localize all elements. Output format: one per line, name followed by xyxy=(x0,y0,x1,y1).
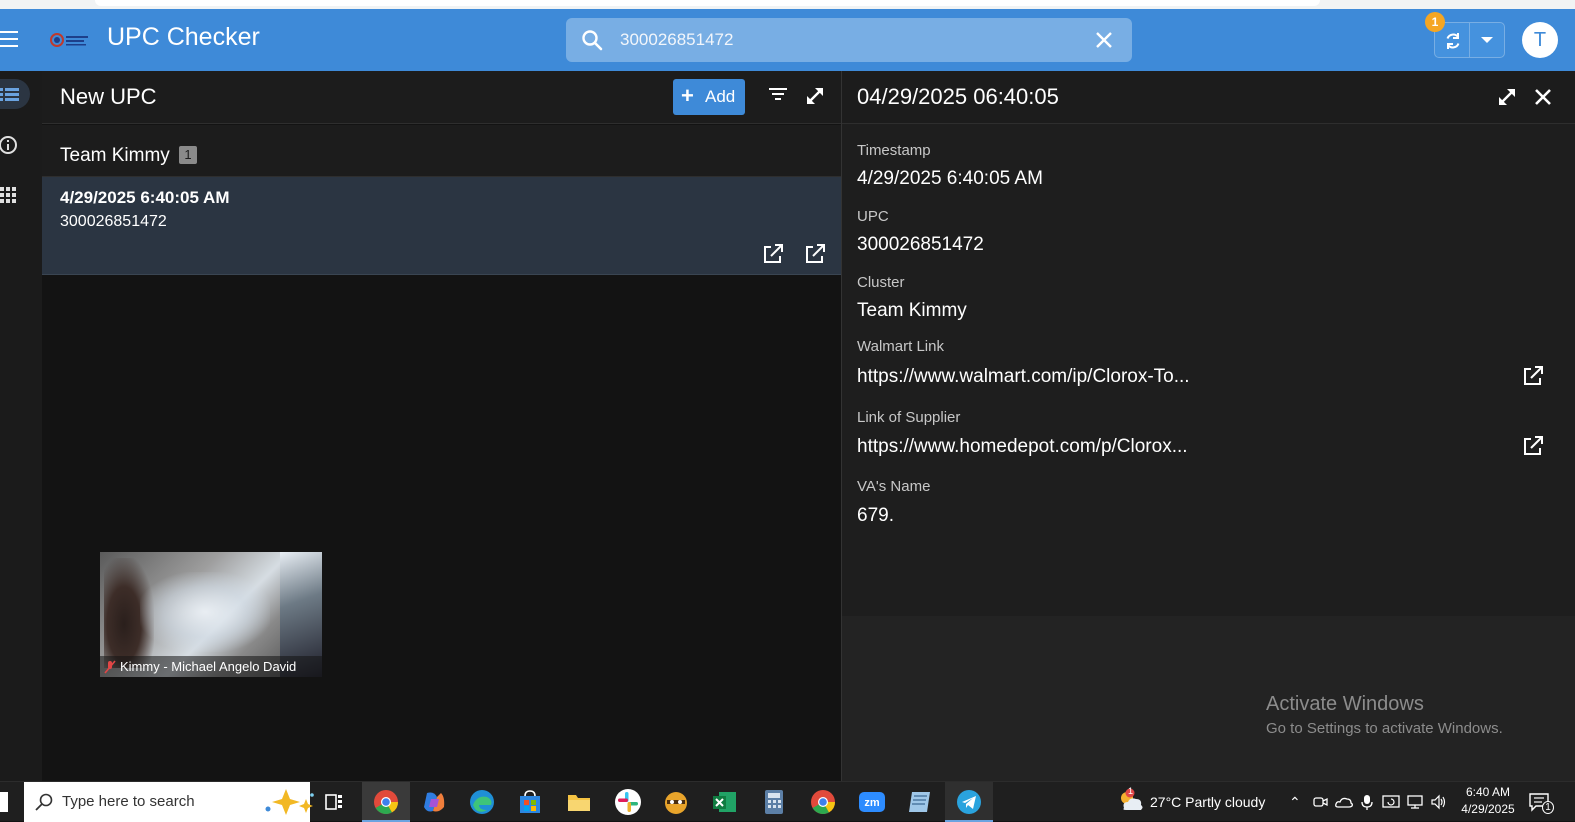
chrome-icon[interactable] xyxy=(371,787,401,817)
app-logo xyxy=(50,33,88,47)
user-avatar[interactable]: T xyxy=(1522,22,1558,58)
add-button-label: Add xyxy=(705,87,736,106)
detail-panel: 04/29/2025 06:40:05 Timestamp 4/29/2025 … xyxy=(841,71,1575,781)
detail-body: Timestamp 4/29/2025 6:40:05 AM UPC 30002… xyxy=(842,125,1575,616)
weather-alert-badge: 1 xyxy=(1128,786,1134,796)
caret-down-icon xyxy=(1481,37,1493,43)
plus-icon: + xyxy=(681,83,694,108)
expand-icon[interactable] xyxy=(804,85,826,107)
group-title: Team Kimmy xyxy=(60,145,170,166)
browser-tab-strip xyxy=(0,0,1575,9)
search-input[interactable]: 300026851472 xyxy=(620,30,733,50)
clock-date: 4/29/2025 xyxy=(1461,802,1515,816)
sync-dropdown-button[interactable] xyxy=(1469,22,1505,58)
task-view-icon[interactable] xyxy=(319,787,349,817)
notification-badge: 1 xyxy=(1425,12,1445,32)
field-label-va-name: VA's Name xyxy=(857,478,931,495)
excel-icon[interactable] xyxy=(710,787,740,817)
search-bar[interactable]: 300026851472 xyxy=(566,18,1132,62)
info-icon[interactable] xyxy=(0,130,30,160)
chrome-profile-icon[interactable] xyxy=(808,787,838,817)
clock-time: 6:40 AM xyxy=(1465,785,1511,799)
list-view-icon[interactable] xyxy=(0,79,30,109)
close-icon[interactable] xyxy=(1532,86,1554,108)
field-label-upc: UPC xyxy=(857,208,889,225)
volume-icon[interactable] xyxy=(1430,794,1448,810)
open-walmart-link-icon[interactable] xyxy=(1522,365,1544,387)
field-value-upc: 300026851472 xyxy=(857,234,984,255)
hamburger-menu-icon[interactable] xyxy=(0,31,18,47)
weather-widget[interactable]: 1 27°C Partly cloudy xyxy=(1116,786,1265,819)
weather-text: 27°C Partly cloudy xyxy=(1150,794,1266,810)
copilot-sparkle-icon xyxy=(265,789,314,815)
update-icon[interactable] xyxy=(1382,794,1400,810)
mic-off-icon xyxy=(104,660,116,674)
apps-grid-icon[interactable] xyxy=(0,180,30,210)
record-timestamp: 4/29/2025 6:40:05 AM xyxy=(60,188,230,207)
file-explorer-icon[interactable] xyxy=(564,787,594,817)
svg-text:zm: zm xyxy=(864,797,880,809)
windows-taskbar: Type here to search zm 1 27°C Partly clo… xyxy=(0,781,1575,822)
video-call-thumbnail[interactable]: Kimmy - Michael Angelo David xyxy=(100,552,322,677)
sync-icon xyxy=(1446,33,1460,49)
open-supplier-link-icon[interactable] xyxy=(804,243,826,265)
side-rail xyxy=(0,71,42,781)
meet-now-icon[interactable] xyxy=(1312,794,1328,810)
app-bar: UPC Checker 300026851472 1 T xyxy=(0,9,1575,71)
field-label-walmart-link: Walmart Link xyxy=(857,338,944,355)
search-icon xyxy=(35,793,53,811)
notification-count: 1 xyxy=(1542,801,1554,814)
notepad-icon[interactable] xyxy=(905,787,935,817)
network-icon[interactable] xyxy=(1406,794,1424,810)
microphone-icon[interactable] xyxy=(1360,794,1374,810)
supplier-link[interactable]: https://www.homedepot.com/p/Clorox... xyxy=(857,436,1188,458)
app-title: UPC Checker xyxy=(107,23,260,51)
watermark-subtitle: Go to Settings to activate Windows. xyxy=(1266,720,1503,737)
app-mascot-icon[interactable] xyxy=(661,787,691,817)
participant-name: Kimmy - Michael Angelo David xyxy=(120,659,297,674)
taskbar-search[interactable]: Type here to search xyxy=(24,782,314,822)
watermark-title: Activate Windows xyxy=(1266,693,1424,715)
notification-center[interactable]: 1 xyxy=(1528,791,1554,818)
calculator-icon[interactable] xyxy=(759,787,789,817)
system-clock[interactable]: 6:40 AM 4/29/2025 xyxy=(1458,784,1518,818)
walmart-link[interactable]: https://www.walmart.com/ip/Clorox-To... xyxy=(857,366,1190,388)
telegram-icon[interactable] xyxy=(954,787,984,817)
open-walmart-link-icon[interactable] xyxy=(762,243,784,265)
field-value-va-name: 679. xyxy=(857,505,894,526)
list-item[interactable]: 4/29/2025 6:40:05 AM 300026851472 xyxy=(42,177,841,275)
field-value-timestamp: 4/29/2025 6:40:05 AM xyxy=(857,168,1043,189)
onedrive-icon[interactable] xyxy=(1335,794,1353,810)
field-value-cluster: Team Kimmy xyxy=(857,300,967,321)
expand-icon[interactable] xyxy=(1496,86,1518,108)
group-header[interactable]: Team Kimmy 1 xyxy=(42,125,841,177)
add-button[interactable]: + Add xyxy=(673,79,745,115)
zoom-icon[interactable]: zm xyxy=(857,787,887,817)
field-label-timestamp: Timestamp xyxy=(857,142,931,159)
record-upc: 300026851472 xyxy=(60,213,167,230)
group-count-badge: 1 xyxy=(179,146,197,164)
slack-icon[interactable] xyxy=(613,787,643,817)
field-label-cluster: Cluster xyxy=(857,274,905,291)
search-icon xyxy=(582,30,603,51)
chevron-up-icon[interactable]: ⌃ xyxy=(1289,794,1301,811)
store-icon[interactable] xyxy=(515,787,545,817)
field-label-supplier-link: Link of Supplier xyxy=(857,409,961,426)
detail-title: 04/29/2025 06:40:05 xyxy=(857,84,1059,109)
list-header: New UPC + Add xyxy=(42,71,841,124)
edge-icon[interactable] xyxy=(467,787,497,817)
detail-header: 04/29/2025 06:40:05 xyxy=(842,71,1575,124)
open-supplier-link-icon[interactable] xyxy=(1522,435,1544,457)
copilot-icon[interactable] xyxy=(419,787,449,817)
filter-icon[interactable] xyxy=(769,87,787,101)
taskbar-search-placeholder: Type here to search xyxy=(62,793,195,810)
list-title: New UPC xyxy=(60,84,157,109)
activate-windows-watermark: Activate Windows Go to Settings to activ… xyxy=(1266,693,1503,737)
clear-search-icon[interactable] xyxy=(1092,28,1116,52)
start-button[interactable] xyxy=(0,792,8,812)
